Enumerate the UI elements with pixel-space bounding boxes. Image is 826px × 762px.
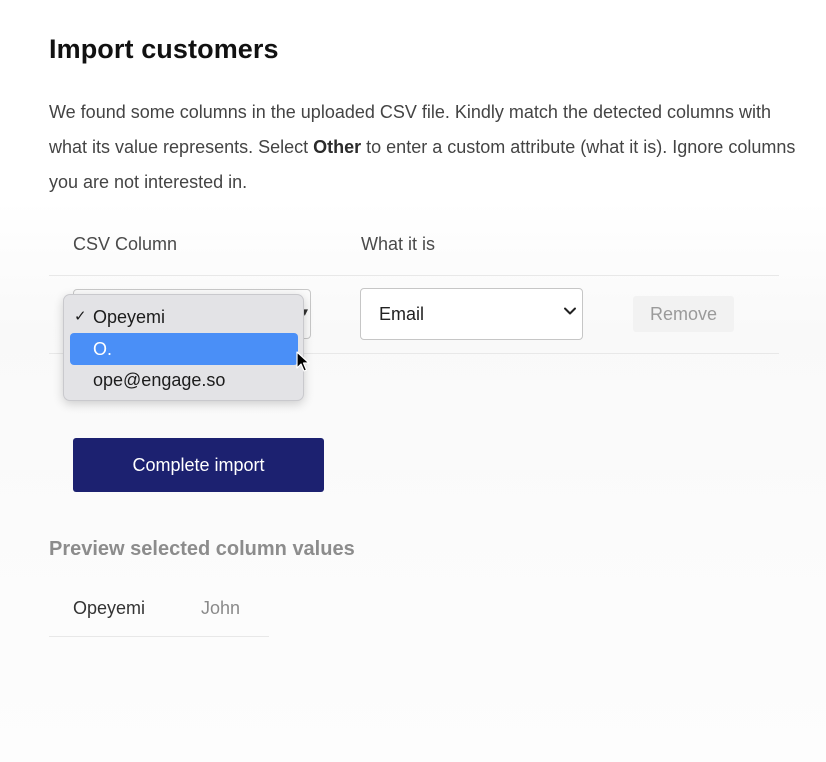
preview-value: Opeyemi <box>73 598 146 618</box>
dropdown-option-label: ope@engage.so <box>93 370 226 390</box>
preview-section-title: Preview selected column values <box>49 538 355 560</box>
dropdown-option-label: Opeyemi <box>93 307 166 327</box>
column-header-what-it-is: What it is <box>361 234 436 254</box>
dropdown-option-opeyemi[interactable]: ✓ Opeyemi <box>70 301 298 333</box>
table-divider-top <box>49 275 779 276</box>
description-bold-other: Other <box>313 137 362 157</box>
page-title: Import customers <box>49 34 279 64</box>
remove-button[interactable]: Remove <box>633 296 734 332</box>
preview-value: John <box>201 598 241 618</box>
mouse-cursor-icon <box>296 351 310 372</box>
preview-divider <box>49 636 269 637</box>
chevron-down-icon <box>564 307 576 315</box>
what-it-is-selected-value: Email <box>379 304 425 324</box>
csv-column-dropdown-menu: ✓ Opeyemi O. ope@engage.so <box>63 294 304 401</box>
page-description: We found some columns in the uploaded CS… <box>49 95 799 200</box>
dropdown-option-email[interactable]: ope@engage.so <box>70 364 298 396</box>
column-header-csv: CSV Column <box>73 234 178 254</box>
what-it-is-select[interactable]: Email <box>360 288 583 340</box>
import-page: Import customers We found some columns i… <box>0 0 826 762</box>
check-icon: ✓ <box>74 308 87 325</box>
dropdown-option-label: O. <box>93 339 113 359</box>
dropdown-option-o[interactable]: O. <box>70 333 298 365</box>
complete-import-button[interactable]: Complete import <box>73 438 324 492</box>
